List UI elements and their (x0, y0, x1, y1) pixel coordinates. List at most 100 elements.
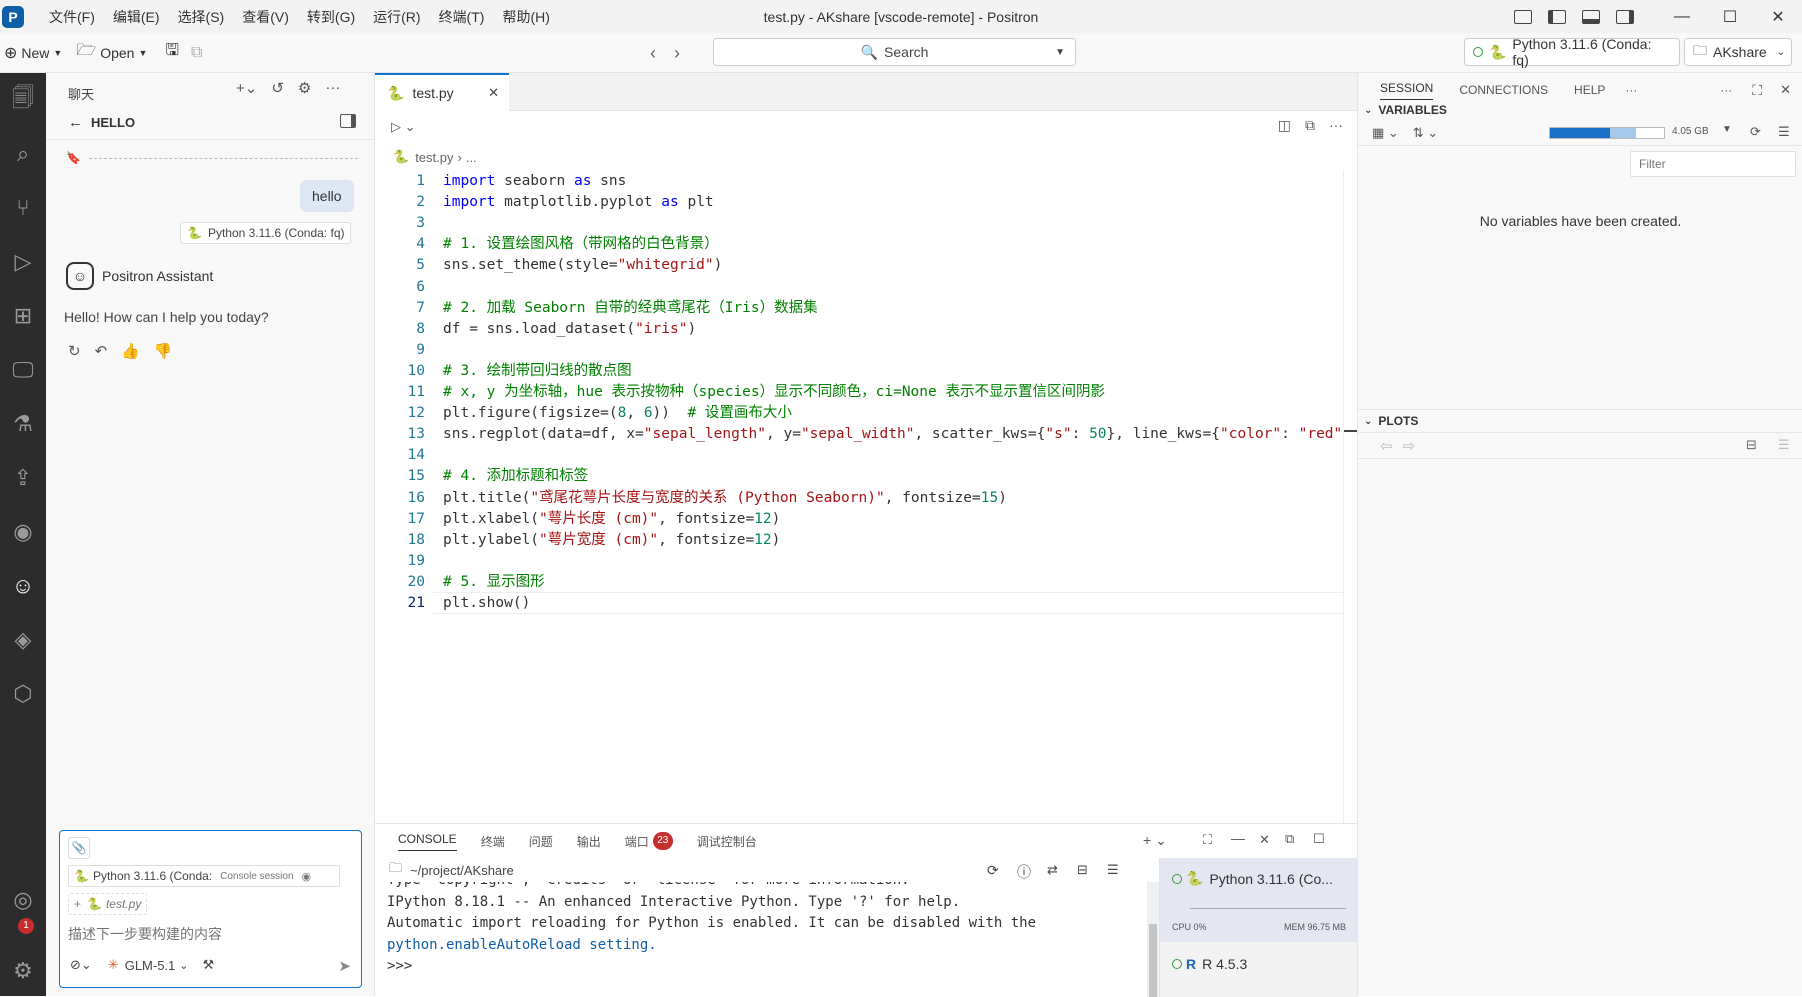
agent-mode-icon[interactable]: ⊘⌄ (70, 957, 92, 973)
code-line[interactable]: # 2. 加载 Seaborn 自带的经典鸢尾花（Iris）数据集 (443, 297, 1343, 319)
extensions-icon[interactable]: ⊞ (7, 300, 39, 332)
save-icon[interactable]: 🖫 (165, 39, 179, 66)
explorer-icon[interactable]: 🗐 (7, 84, 39, 116)
more-tabs-icon[interactable]: ··· (1625, 83, 1637, 97)
tools-icon[interactable]: ⚒ (203, 957, 215, 973)
code-line[interactable]: plt.figure(figsize=(8, 6)) # 设置画布大小 (443, 402, 1343, 424)
layout-customize-icon[interactable] (1514, 9, 1532, 24)
forward-arrow-icon[interactable]: › (674, 43, 680, 64)
thumbs-down-icon[interactable]: 👎 (154, 342, 173, 360)
tab-help[interactable]: HELP (1574, 83, 1605, 97)
toggle-panel-icon[interactable] (1582, 9, 1600, 24)
code-line[interactable]: # 1. 设置绘图风格（带网格的白色背景） (443, 233, 1343, 255)
toggle-secondary-sidebar-icon[interactable] (1616, 9, 1634, 24)
command-center-search[interactable]: 🔍 Search ▼ (713, 38, 1076, 66)
console-scrollbar[interactable] (1147, 882, 1159, 997)
send-icon[interactable]: ➤ (338, 957, 351, 975)
attach-paperclip-icon[interactable]: 📎 (68, 837, 90, 859)
tab-output[interactable]: 输出 (577, 833, 601, 850)
tab-terminal[interactable]: 终端 (481, 833, 505, 850)
restart-icon[interactable]: ⟳ (987, 862, 999, 879)
menu-go[interactable]: 转到(G) (298, 7, 364, 27)
new-button[interactable]: ⊕ New ▼ (4, 43, 62, 63)
panel-layout-icon[interactable]: ☐ (1313, 831, 1325, 847)
more-actions-icon[interactable]: ··· (1329, 117, 1343, 134)
minimize-button[interactable]: — (1658, 8, 1706, 26)
workspace-folder-selector[interactable]: 🗀 AKshare ⌄ (1684, 38, 1792, 66)
code-line[interactable] (443, 276, 1343, 298)
menu-run[interactable]: 运行(R) (364, 7, 429, 27)
new-console-plus-icon[interactable]: + ⌄ (1143, 832, 1167, 849)
code-line[interactable] (443, 444, 1343, 466)
retry-icon[interactable]: ↻ (68, 342, 81, 360)
code-line[interactable] (443, 550, 1343, 572)
undo-icon[interactable]: ↶ (95, 342, 108, 360)
new-chat-plus-icon[interactable]: +⌄ (236, 79, 257, 97)
code-line[interactable]: plt.show() (443, 592, 1343, 614)
split-editor-icon[interactable]: ◫ (1278, 117, 1291, 134)
run-file-icon[interactable]: ▷ ⌄ (391, 119, 416, 135)
code-line[interactable]: # 4. 添加标题和标签 (443, 465, 1343, 487)
code-line[interactable]: df = sns.load_dataset("iris") (443, 318, 1343, 340)
github-icon[interactable]: ◉ (7, 516, 39, 548)
code-line[interactable]: plt.xlabel("萼片长度 (cm)", fontsize=12) (443, 508, 1343, 530)
minimize-panel-icon[interactable]: — (1231, 830, 1245, 846)
open-button[interactable]: 🗁 Open ▼ (76, 39, 147, 66)
chat-input[interactable] (68, 923, 348, 945)
console-output[interactable]: Type "copyright", "credits" or "license"… (387, 882, 1147, 997)
tab-problems[interactable]: 问题 (529, 833, 553, 850)
code-line[interactable]: import seaborn as sns (443, 170, 1343, 192)
editor-tab-test-py[interactable]: 🐍 test.py ✕ (375, 73, 509, 111)
maximize-panel-icon[interactable]: ⛶ (1752, 82, 1762, 99)
account-icon[interactable]: ◎ (7, 884, 39, 916)
attached-file-chip[interactable]: + 🐍 test.py (68, 893, 148, 915)
next-plot-icon[interactable]: ⇨ (1403, 437, 1416, 455)
plot-window-icon[interactable]: ⊟ (1746, 437, 1757, 453)
back-arrow-icon[interactable]: ‹ (650, 43, 656, 64)
close-console-icon[interactable]: ✕ (1259, 832, 1270, 848)
variables-filter-input[interactable] (1630, 151, 1796, 177)
interpreter-context-chip[interactable]: 🐍 Python 3.11.6 (Conda: Console session … (68, 865, 340, 887)
clear-variables-icon[interactable]: ☰ (1778, 124, 1790, 140)
positron-assistant-icon[interactable]: ☺ (7, 570, 39, 602)
console-session-r[interactable]: R R 4.5.3 (1172, 956, 1247, 972)
save-all-icon[interactable]: ⧉ (191, 44, 202, 62)
code-line[interactable]: plt.title("鸢尾花萼片长度与宽度的关系 (Python Seaborn… (443, 487, 1343, 509)
tab-connections[interactable]: CONNECTIONS (1459, 83, 1548, 97)
menu-edit[interactable]: 编辑(E) (104, 7, 169, 27)
run-debug-icon[interactable]: ▷ (7, 246, 39, 278)
gear-icon[interactable]: ⚙ (298, 79, 311, 97)
thumbs-up-icon[interactable]: 👍 (121, 342, 140, 360)
maximize-console-icon[interactable]: ⛶ (1203, 832, 1212, 848)
code-line[interactable]: import matplotlib.pyplot as plt (443, 191, 1343, 213)
publish-icon[interactable]: ⇪ (7, 462, 39, 494)
restore-panel-icon[interactable]: ⧉ (1285, 831, 1294, 847)
source-control-icon[interactable]: ⑂ (7, 192, 39, 224)
grouping-icon[interactable]: ▦ ⌄ (1372, 125, 1399, 141)
chevron-down-icon[interactable]: ⌄ (1364, 105, 1372, 116)
console-options-icon[interactable]: ⊟ (1077, 862, 1088, 878)
interrupt-icon[interactable]: ⓘ (1017, 862, 1031, 882)
menu-view[interactable]: 查看(V) (233, 7, 298, 27)
open-in-new-window-icon[interactable]: ⧉ (1305, 117, 1315, 134)
tab-console[interactable]: CONSOLE (398, 832, 457, 851)
toggle-sidebar-icon[interactable] (340, 114, 356, 128)
history-icon[interactable]: ↺ (271, 79, 284, 97)
code-line[interactable]: sns.regplot(data=df, x="sepal_length", y… (443, 423, 1343, 445)
previous-plot-icon[interactable]: ⇦ (1380, 437, 1393, 455)
settings-gear-icon[interactable]: ⚙ (7, 955, 39, 987)
menu-terminal[interactable]: 终端(T) (430, 7, 494, 27)
testing-icon[interactable]: ⚗ (7, 408, 39, 440)
refresh-icon[interactable]: ⟳ (1750, 124, 1761, 140)
code-line[interactable] (443, 212, 1343, 234)
maximize-button[interactable]: ☐ (1706, 7, 1754, 27)
search-icon[interactable]: ⌕ (7, 138, 39, 170)
tab-ports[interactable]: 端口 (625, 833, 649, 850)
console-session-python[interactable]: 🐍 Python 3.11.6 (Co... CPU 0% MEM 96.75 … (1160, 858, 1358, 942)
code-line[interactable]: # x, y 为坐标轴，hue 表示按物种（species）显示不同颜色，ci=… (443, 381, 1343, 403)
remote-explorer-icon[interactable]: 🖵 (7, 354, 39, 386)
clear-console-icon[interactable]: ☰ (1107, 862, 1119, 878)
close-panel-icon[interactable]: ✕ (1780, 82, 1791, 98)
clear-plots-icon[interactable]: ☰ (1778, 437, 1790, 453)
toggle-trace-icon[interactable]: ⇄ (1047, 862, 1058, 878)
